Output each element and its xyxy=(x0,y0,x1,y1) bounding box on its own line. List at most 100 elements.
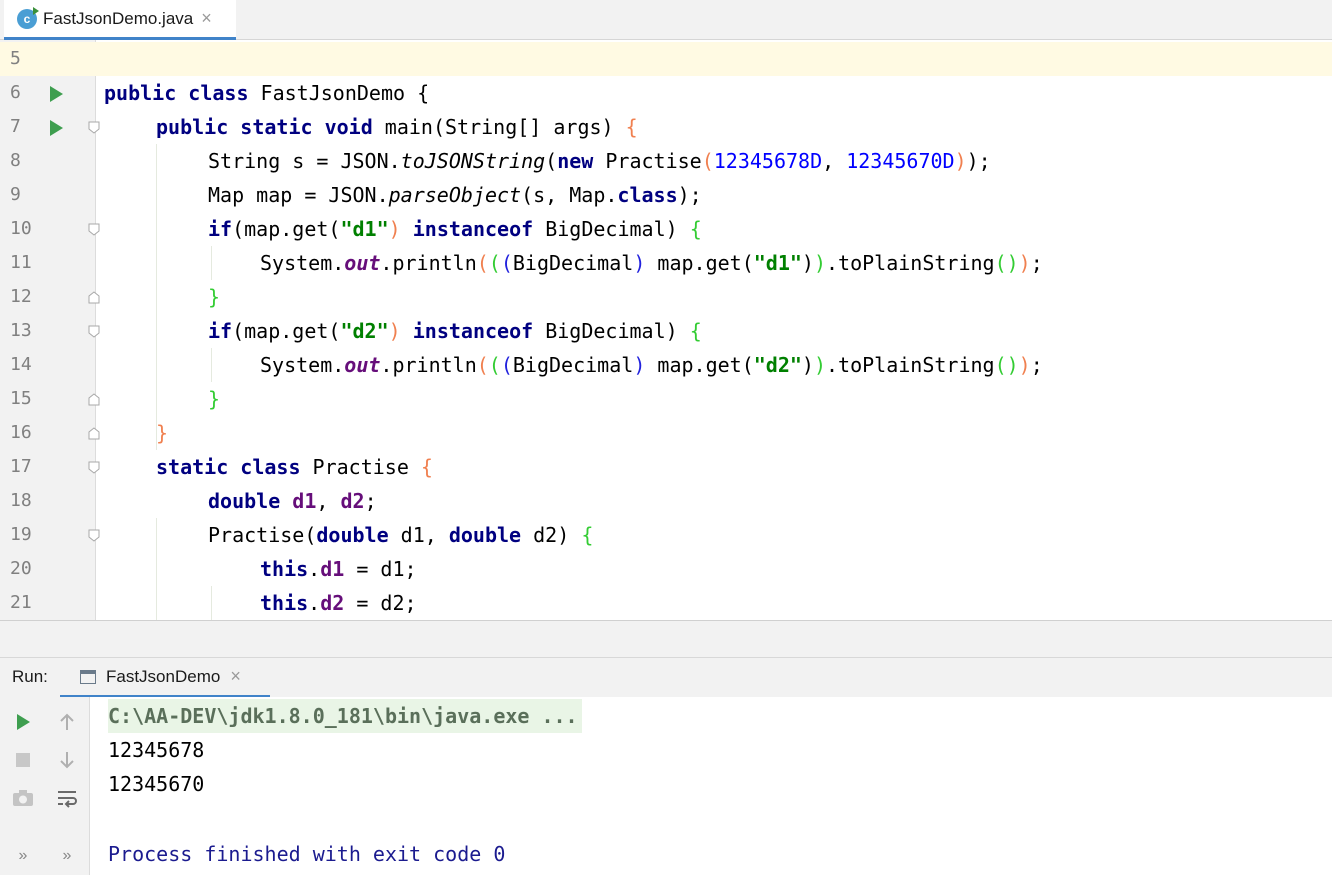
keyword: class xyxy=(617,183,678,207)
keyword: static class xyxy=(156,455,301,479)
close-run-tab-icon[interactable]: × xyxy=(230,666,241,687)
code-line-8: String s = JSON.toJSONString(new Practis… xyxy=(208,144,1332,178)
console-icon xyxy=(80,669,96,684)
string-literal: "d1" xyxy=(753,251,802,275)
paren: ) xyxy=(1018,251,1031,275)
line-number: 12 xyxy=(10,286,32,307)
static-field: out xyxy=(344,353,381,377)
code-text: ( xyxy=(545,149,558,173)
camera-icon xyxy=(13,790,33,806)
code-line-19: Practise(double d1, double d2) { xyxy=(208,518,1332,552)
run-label: Run: xyxy=(12,667,48,686)
field-name: d2 xyxy=(340,489,365,513)
line-number: 16 xyxy=(10,422,32,443)
code-text: (s, Map. xyxy=(521,183,618,207)
editor-tab-fastjsondemo[interactable]: c FastJsonDemo.java × xyxy=(4,0,236,40)
code-text: , xyxy=(822,149,847,173)
run-tab-fastjsondemo[interactable]: FastJsonDemo × xyxy=(60,658,270,698)
line-number: 7 xyxy=(10,116,21,137)
scroll-down-button[interactable] xyxy=(54,747,80,773)
rerun-button[interactable] xyxy=(10,709,36,735)
line-number: 15 xyxy=(10,388,32,409)
paren: ( xyxy=(476,251,489,275)
scroll-up-button[interactable] xyxy=(54,709,80,735)
string-literal: "d2" xyxy=(340,319,389,343)
java-class-icon: c xyxy=(17,6,39,29)
paren: ( xyxy=(701,149,714,173)
code-text: BigDecimal) xyxy=(533,319,690,343)
code-text: .toPlainString xyxy=(826,251,995,275)
paren: ( xyxy=(476,353,489,377)
code-line-14: System.out.println(((BigDecimal) map.get… xyxy=(260,348,1332,382)
run-gutter-icon[interactable] xyxy=(50,86,63,102)
code-text: FastJsonDemo { xyxy=(248,81,430,105)
soft-wrap-button[interactable] xyxy=(54,785,80,811)
code-text: Practise( xyxy=(208,523,317,547)
code-area[interactable]: public class FastJsonDemo { public stati… xyxy=(96,40,1332,620)
console-output[interactable]: C:\AA-DEV\jdk1.8.0_181\bin\java.exe ... … xyxy=(90,697,1332,875)
code-text: Map map = JSON. xyxy=(208,183,389,207)
line-number: 17 xyxy=(10,456,32,477)
close-tab-icon[interactable]: × xyxy=(201,8,212,29)
gutter-line: 19 xyxy=(0,518,100,552)
paren: ) xyxy=(813,353,826,377)
run-panel-header: Run: FastJsonDemo × xyxy=(0,657,1332,698)
code-line-11: System.out.println(((BigDecimal) map.get… xyxy=(260,246,1332,280)
code-line-20: this.d1 = d1; xyxy=(260,552,1332,586)
indent-guide xyxy=(156,518,157,620)
field-name: d1 xyxy=(320,557,345,581)
gutter-line: 6 xyxy=(0,76,96,110)
indent-guide xyxy=(211,348,212,382)
code-line-12: } xyxy=(208,280,1332,314)
indent-guide xyxy=(211,246,212,280)
gutter-line: 16 xyxy=(0,416,100,450)
keyword: public class xyxy=(104,81,249,105)
gutter-line: 8 xyxy=(0,144,96,178)
line-number: 8 xyxy=(10,150,21,171)
run-toolbar: » » xyxy=(0,697,90,875)
code-text: map.get( xyxy=(645,251,754,275)
line-number: 18 xyxy=(10,490,32,511)
code-text: ; xyxy=(364,489,377,513)
code-text: .println xyxy=(380,251,477,275)
paren: ) xyxy=(388,217,413,241)
gutter-line: 20 xyxy=(0,552,96,586)
line-number: 9 xyxy=(10,184,21,205)
brace: { xyxy=(625,115,638,139)
line-number: 10 xyxy=(10,218,32,239)
code-line-5 xyxy=(96,42,1332,76)
static-field: out xyxy=(344,251,381,275)
line-number: 11 xyxy=(10,252,32,273)
brace: { xyxy=(689,217,702,241)
code-text: . xyxy=(308,591,321,615)
brace: { xyxy=(689,319,702,343)
gutter-line: 5 xyxy=(0,42,96,76)
paren: ) xyxy=(954,149,967,173)
console-output-line: 12345670 xyxy=(108,772,205,796)
keyword: double xyxy=(316,523,389,547)
code-text: = d1; xyxy=(344,557,417,581)
more-actions-left-button[interactable]: » xyxy=(10,843,36,869)
keyword: if xyxy=(208,319,233,343)
gutter-line: 9 xyxy=(0,178,96,212)
console-output-line: 12345678 xyxy=(108,738,205,762)
method-name: toJSONString xyxy=(400,149,546,173)
code-line-7: public static void main(String[] args) { xyxy=(156,110,1332,144)
code-editor[interactable]: 5 6 7 8 9 10 11 12 13 14 15 16 17 18 19 … xyxy=(0,40,1332,620)
field-name: d2 xyxy=(320,591,345,615)
line-number: 6 xyxy=(10,82,21,103)
code-text: map.get( xyxy=(645,353,754,377)
stop-button[interactable] xyxy=(10,747,36,773)
arrow-up-icon xyxy=(60,713,74,730)
code-line-21: this.d2 = d2; xyxy=(260,586,1332,620)
code-line-18: double d1, d2; xyxy=(208,484,1332,518)
code-text: .println xyxy=(380,353,477,377)
dump-threads-button[interactable] xyxy=(10,785,36,811)
gutter-line: 13 xyxy=(0,314,100,348)
run-gutter-icon[interactable] xyxy=(50,120,63,136)
method-name: parseObject xyxy=(388,183,522,207)
gutter-line: 10 xyxy=(0,212,100,246)
more-actions-right-button[interactable]: » xyxy=(54,843,80,869)
brace: { xyxy=(581,523,594,547)
